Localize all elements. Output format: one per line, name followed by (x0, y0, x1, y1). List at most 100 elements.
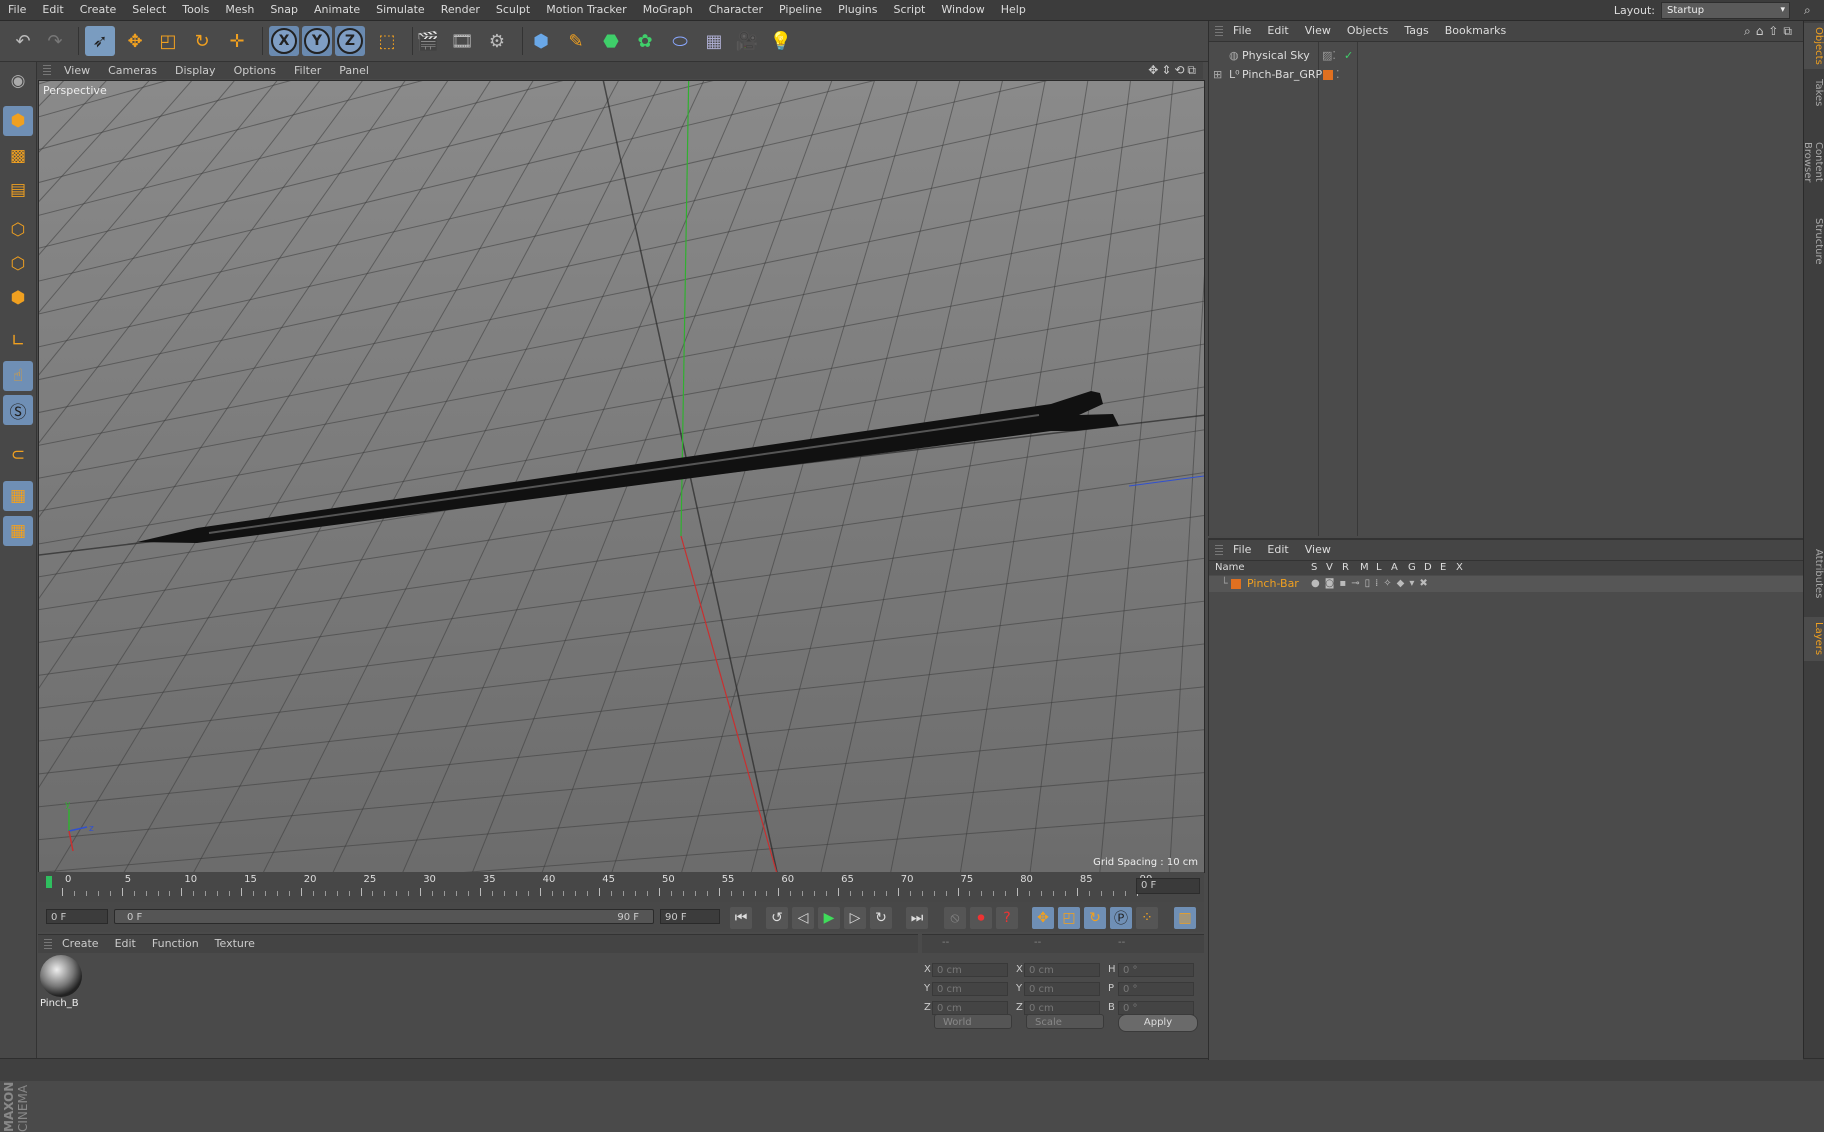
go-to-end-icon[interactable]: ⏭ (906, 907, 928, 929)
timeline-ruler[interactable]: 051015202530354045505560657075808590 0 F (38, 872, 1204, 902)
max-frame-field[interactable]: 90 F (660, 909, 720, 924)
layer-column-m[interactable]: M (1360, 562, 1369, 573)
axis-mode-icon[interactable]: ∟ (3, 326, 33, 356)
material-menu-function[interactable]: Function (144, 935, 207, 953)
pen-icon[interactable]: ✎ (561, 26, 591, 56)
subdivision-icon[interactable]: ⬣ (596, 26, 626, 56)
expand-icon[interactable]: ⊞ (1213, 66, 1222, 84)
viewport-nav-icons[interactable]: ✥⇕⟲⧉ (1148, 63, 1199, 78)
coordinate-mode-select[interactable]: Scale (1026, 1014, 1104, 1029)
workplane-icon[interactable]: ▦ (3, 481, 33, 511)
key-scale-icon[interactable]: ◰ (1058, 907, 1080, 929)
object-menu-bookmarks[interactable]: Bookmarks (1437, 21, 1514, 41)
menu-help[interactable]: Help (993, 0, 1034, 20)
model-mode-icon[interactable]: ⬢ (3, 106, 33, 136)
timeline-window-icon[interactable]: ▥ (1174, 907, 1196, 929)
viewport-menu-display[interactable]: Display (166, 62, 225, 79)
polygons-mode-icon[interactable]: ⬢ (3, 283, 33, 313)
snap-icon[interactable]: Ⓢ (3, 395, 33, 425)
next-key-icon[interactable]: ↻ (870, 907, 892, 929)
layout-dropdown[interactable]: Startup (1661, 2, 1790, 19)
floor-icon[interactable]: ▦ (699, 26, 729, 56)
object-menu-edit[interactable]: Edit (1259, 21, 1296, 41)
previous-key-icon[interactable]: ↺ (766, 907, 788, 929)
playhead[interactable] (46, 876, 52, 888)
render-picture-viewer-icon[interactable]: 🎞 (447, 26, 477, 56)
autokeying-icon[interactable]: ? (996, 907, 1018, 929)
menu-edit[interactable]: Edit (34, 0, 71, 20)
magnet-icon[interactable]: ⊂ (3, 440, 33, 470)
menu-script[interactable]: Script (885, 0, 933, 20)
viewport-menu-panel[interactable]: Panel (330, 62, 378, 79)
object-manager-tools[interactable]: ⌕⌂⇧⧉ (1744, 24, 1797, 39)
coord-field-a[interactable]: 0 cm (932, 1001, 1008, 1015)
layer-color-swatch[interactable] (1231, 579, 1241, 589)
visibility-dots-icon[interactable]: ▨⁚ (1322, 47, 1336, 65)
object-row-pinch-bar-grp[interactable]: ⊞ L⁰ Pinch-Bar_GRP ⁚ (1209, 66, 1803, 84)
coord-field-c[interactable]: 0 ° (1118, 963, 1194, 977)
go-to-start-icon[interactable]: ⏮ (730, 907, 752, 929)
tab-attributes[interactable]: Attributes (1804, 541, 1824, 607)
frame-end-field[interactable]: 0 F (1136, 878, 1200, 894)
workplane-mode-icon[interactable]: ▤ (3, 175, 33, 205)
menu-create[interactable]: Create (72, 0, 125, 20)
menu-window[interactable]: Window (933, 0, 992, 20)
create-object-icon[interactable]: ✛ (222, 26, 252, 56)
visibility-dots-icon[interactable]: ⁚ (1336, 66, 1340, 84)
viewport-menu-cameras[interactable]: Cameras (99, 62, 166, 79)
menu-motion-tracker[interactable]: Motion Tracker (538, 0, 634, 20)
layer-column-g[interactable]: G (1408, 562, 1416, 573)
viewport-menu-filter[interactable]: Filter (285, 62, 330, 79)
x-axis-lock-button[interactable]: X (269, 26, 299, 56)
layer-column-l[interactable]: L (1376, 562, 1382, 573)
coord-field-c[interactable]: 0 ° (1118, 1001, 1194, 1015)
live-selection-icon[interactable]: ➶ (85, 26, 115, 56)
play-icon[interactable]: ▶ (818, 907, 840, 929)
object-row-physical-sky[interactable]: ◍ Physical Sky ▨⁚ ✓ (1209, 47, 1803, 65)
texture-mode-icon[interactable]: ▩ (3, 141, 33, 171)
previous-frame-icon[interactable]: ◁ (792, 907, 814, 929)
coord-field-a[interactable]: 0 cm (932, 963, 1008, 977)
tab-structure[interactable]: Structure (1804, 211, 1824, 271)
menu-mograph[interactable]: MoGraph (635, 0, 701, 20)
menu-file[interactable]: File (0, 0, 34, 20)
menu-snap[interactable]: Snap (262, 0, 306, 20)
light-icon[interactable]: 💡 (766, 26, 796, 56)
cube-icon[interactable]: ⬢ (526, 26, 556, 56)
range-slider[interactable]: 0 F 90 F (114, 909, 654, 924)
layer-column-s[interactable]: S (1311, 562, 1317, 573)
layer-row-pinch-bar[interactable]: └ Pinch-Bar ●◙▪⊸▯⁞✧◆▾✖ (1209, 576, 1803, 592)
menu-render[interactable]: Render (433, 0, 488, 20)
coord-field-b[interactable]: 0 cm (1024, 963, 1100, 977)
points-mode-icon[interactable]: ⬡ (3, 215, 33, 245)
viewport-canvas[interactable]: yz (39, 81, 1204, 872)
coord-field-c[interactable]: 0 ° (1118, 982, 1194, 996)
tab-objects[interactable]: Objects (1804, 23, 1824, 69)
record-disabled-icon[interactable]: ⦸ (944, 907, 966, 929)
menu-tools[interactable]: Tools (174, 0, 217, 20)
layer-column-e[interactable]: E (1440, 562, 1446, 573)
menu-mesh[interactable]: Mesh (217, 0, 262, 20)
key-rotation-icon[interactable]: ↻ (1084, 907, 1106, 929)
y-axis-lock-button[interactable]: Y (302, 26, 332, 56)
menu-sculpt[interactable]: Sculpt (488, 0, 538, 20)
current-frame-field[interactable]: 0 F (46, 909, 108, 924)
material-menu-texture[interactable]: Texture (207, 935, 263, 953)
object-menu-file[interactable]: File (1225, 21, 1259, 41)
layer-column-v[interactable]: V (1326, 562, 1333, 573)
3d-viewport[interactable]: yz Perspective Grid Spacing : 10 cm (38, 80, 1205, 873)
locked-workplane-icon[interactable]: ▦ (3, 516, 33, 546)
menu-select[interactable]: Select (124, 0, 174, 20)
record-active-objects-icon[interactable]: ⏺ (970, 907, 992, 929)
menu-plugins[interactable]: Plugins (830, 0, 885, 20)
render-view-icon[interactable]: 🎬 (413, 26, 443, 56)
coordinate-system-icon[interactable]: ⬚ (372, 26, 402, 56)
menu-character[interactable]: Character (701, 0, 771, 20)
tab-layers[interactable]: Layers (1804, 617, 1824, 661)
viewport-menu-options[interactable]: Options (225, 62, 285, 79)
menu-pipeline[interactable]: Pipeline (771, 0, 830, 20)
tab-takes[interactable]: Takes (1804, 73, 1824, 113)
coord-field-b[interactable]: 0 cm (1024, 982, 1100, 996)
layer-toggle-icons[interactable]: ●◙▪⊸▯⁞✧◆▾✖ (1311, 576, 1433, 592)
search-icon[interactable]: ⌕ (1804, 3, 1818, 17)
